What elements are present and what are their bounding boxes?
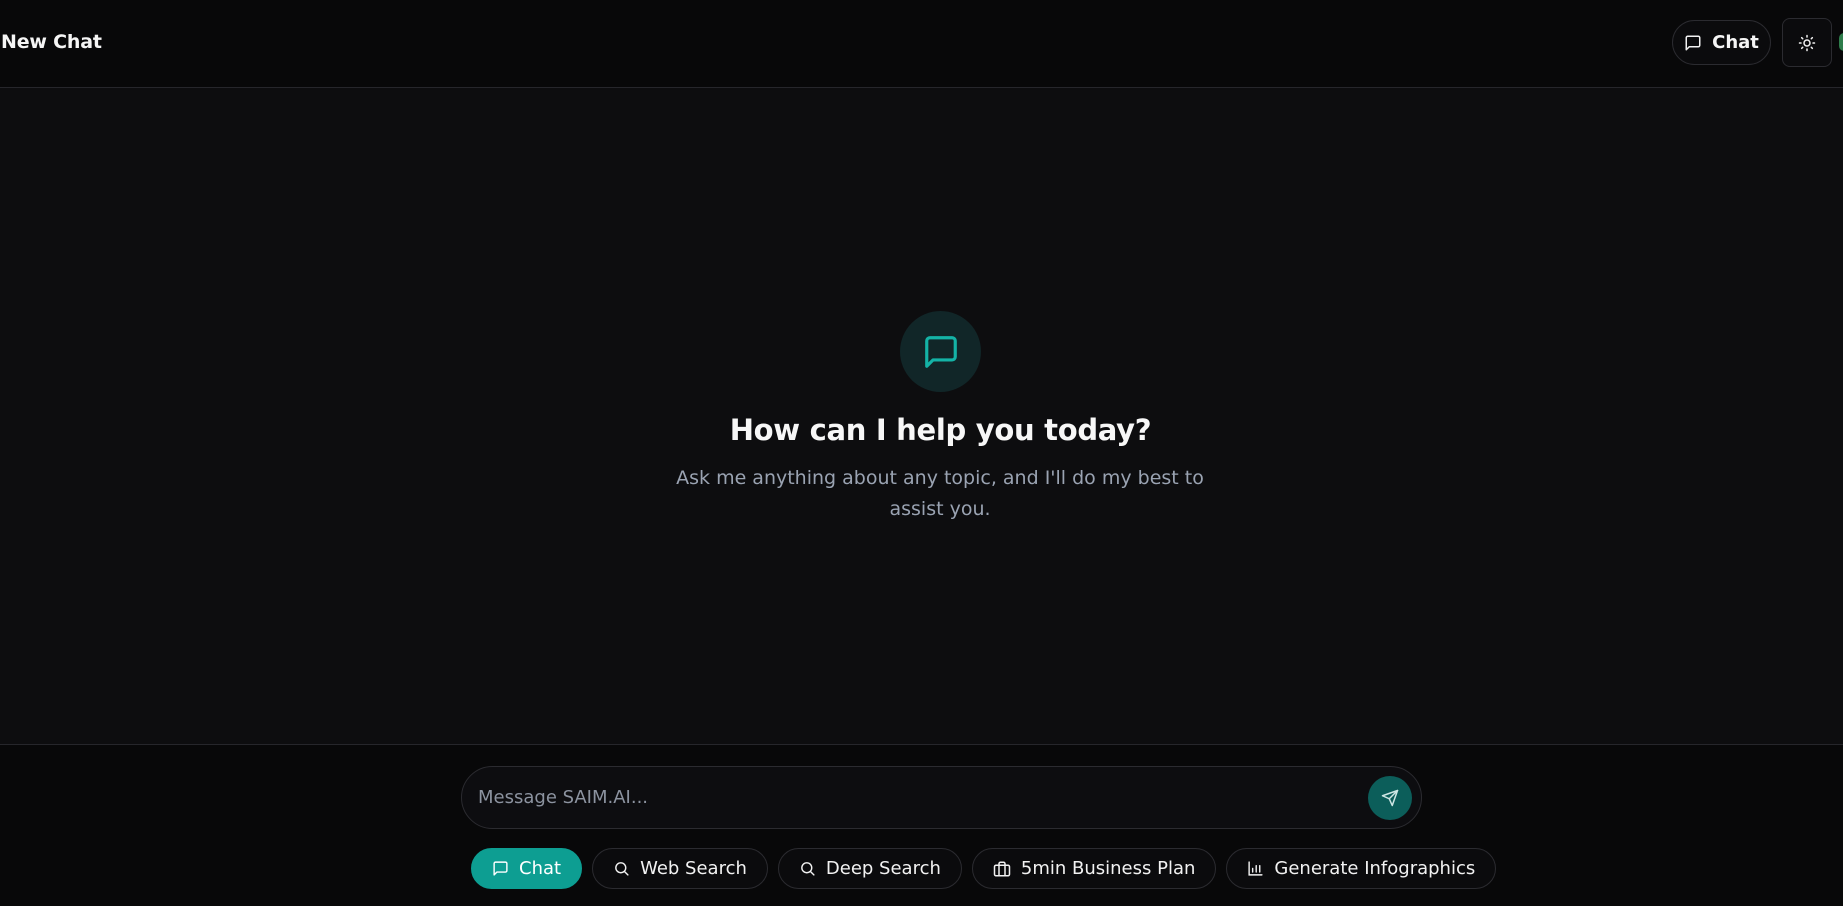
top-bar: New Chat Chat [0,0,1843,88]
mode-chat-button[interactable]: Chat [471,848,583,889]
message-box [461,766,1422,829]
welcome-subtitle: Ask me anything about any topic, and I'l… [676,467,1204,520]
mode-web-search-button[interactable]: Web Search [592,848,768,889]
message-square-icon [492,860,509,877]
welcome-heading: How can I help you today? [729,413,1152,447]
mode-label: Deep Search [825,858,941,879]
mode-label: Chat [519,858,562,879]
chat-mode-button[interactable]: Chat [1672,20,1771,65]
mode-selector: Chat Web Search Deep Search 5min Busines… [471,848,1497,889]
user-avatar[interactable] [1839,33,1843,51]
message-composer: Chat Web Search Deep Search [0,744,1843,906]
send-icon [1381,789,1399,807]
message-square-icon [1684,34,1702,52]
mode-label: 5min Business Plan [1020,858,1196,879]
mode-deep-search-button[interactable]: Deep Search [777,848,962,889]
theme-toggle-button[interactable] [1782,18,1832,67]
mode-label: Generate Infographics [1274,858,1476,879]
mode-business-plan-button[interactable]: 5min Business Plan [971,848,1217,889]
send-button[interactable] [1368,776,1412,820]
mode-label: Web Search [640,858,747,879]
chat-mode-button-label: Chat [1712,32,1759,53]
briefcase-icon [993,860,1011,878]
mode-infographics-button[interactable]: Generate Infographics [1226,848,1497,889]
message-square-icon [900,311,981,392]
search-icon [799,860,816,877]
message-input[interactable] [478,775,1358,820]
search-icon [613,860,630,877]
sun-icon [1798,34,1816,52]
empty-chat-state: How can I help you today? Ask me anythin… [0,88,1843,744]
bar-chart-icon [1247,860,1264,877]
page-title: New Chat [1,31,102,53]
